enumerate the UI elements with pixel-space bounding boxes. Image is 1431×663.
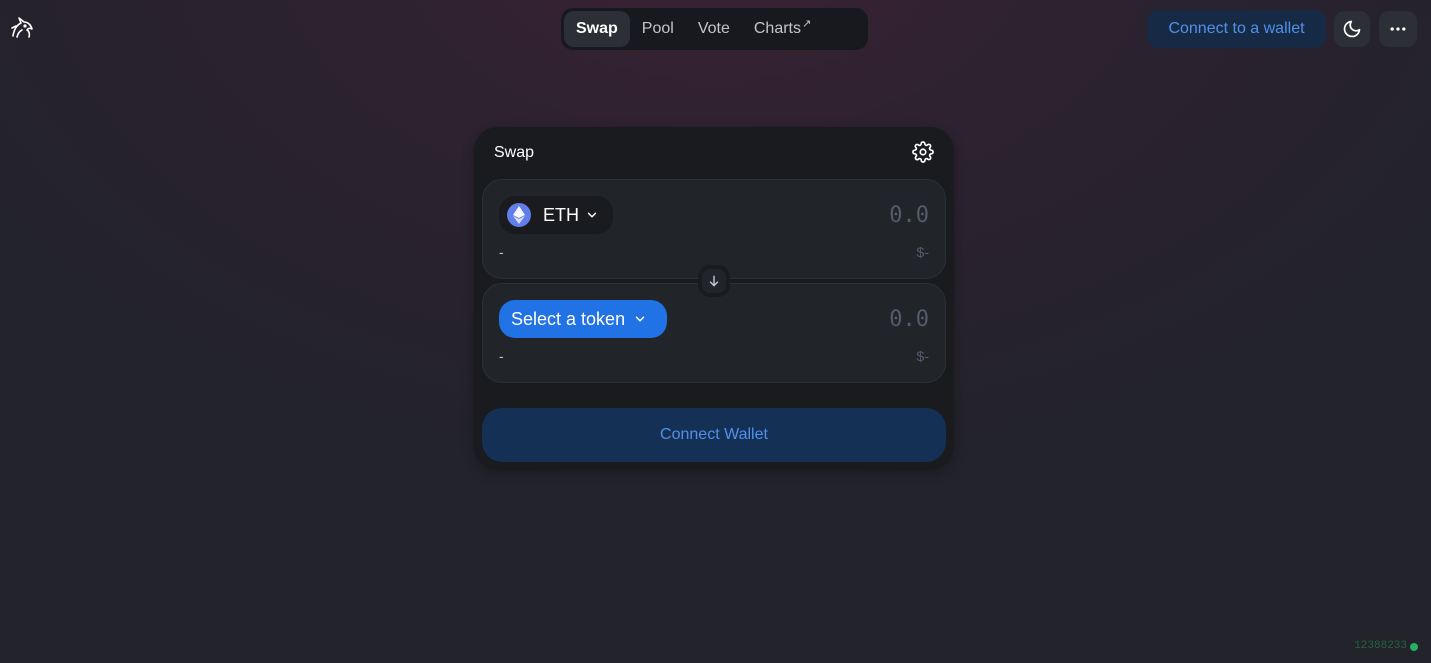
swap-card: Swap ETH - $- (474, 127, 954, 469)
select-token-label: Select a token (511, 308, 626, 329)
nav-pool[interactable]: Pool (630, 11, 686, 47)
block-number[interactable]: 12388233 (1354, 640, 1407, 652)
nav-pool-label: Pool (641, 20, 674, 37)
nav-charts[interactable]: Charts ↗ (742, 11, 823, 47)
connect-to-wallet-button[interactable]: Connect to a wallet (1147, 10, 1326, 48)
more-dots-icon (1390, 27, 1406, 31)
external-link-icon: ↗ (801, 17, 812, 30)
output-currency-panel: Select a token - $- (482, 283, 946, 383)
arrow-down-icon (709, 275, 719, 287)
input-currency-panel: ETH - $- (482, 179, 946, 279)
nav-swap-label: Swap (576, 20, 618, 37)
nav-vote[interactable]: Vote (686, 11, 742, 47)
more-menu-button[interactable] (1379, 11, 1417, 47)
connect-wallet-label: Connect Wallet (660, 426, 768, 443)
gear-icon (912, 141, 934, 163)
swap-card-title: Swap (494, 144, 535, 161)
nav-charts-label: Charts (753, 20, 801, 37)
output-amount-field[interactable] (729, 302, 929, 336)
connect-wallet-button[interactable]: Connect Wallet (482, 408, 946, 462)
network-status-dot (1410, 643, 1418, 651)
output-balance: - (499, 348, 504, 364)
nav-swap[interactable]: Swap (564, 11, 630, 47)
switch-tokens-button[interactable] (698, 265, 730, 297)
moon-icon (1343, 20, 1361, 38)
input-balance: - (499, 244, 504, 260)
theme-toggle-button[interactable] (1334, 11, 1370, 47)
select-token-button[interactable]: Select a token (499, 300, 667, 338)
eth-logo-icon (507, 203, 531, 227)
unicorn-logo-icon[interactable] (8, 14, 36, 42)
output-usd-value: $- (916, 348, 929, 364)
settings-button[interactable] (912, 141, 936, 165)
input-usd-value: $- (916, 244, 929, 260)
main-nav: Swap Pool Vote Charts ↗ (561, 8, 868, 50)
nav-vote-label: Vote (697, 20, 730, 37)
input-token-selector[interactable]: ETH (499, 196, 613, 234)
input-token-symbol: ETH (543, 204, 579, 225)
connect-to-wallet-label: Connect to a wallet (1168, 20, 1305, 37)
chevron-down-icon (635, 316, 645, 322)
input-amount-field[interactable] (729, 198, 929, 232)
chevron-down-icon (587, 212, 597, 218)
